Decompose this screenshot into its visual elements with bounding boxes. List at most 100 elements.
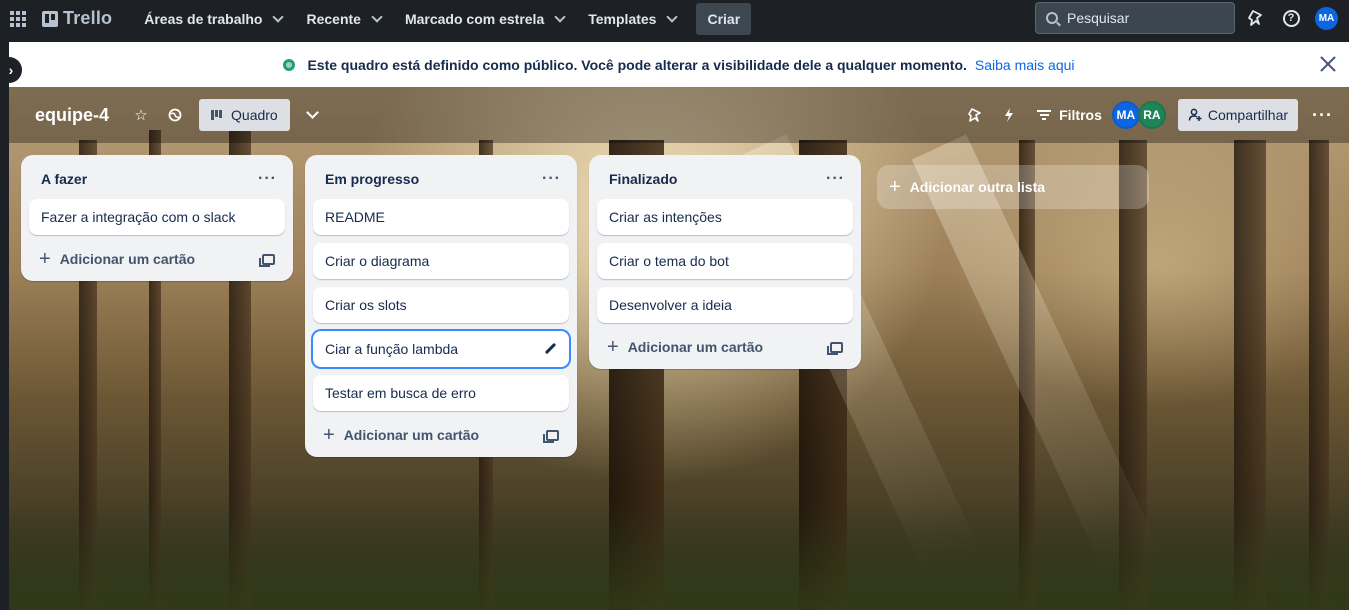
card[interactable]: Criar as intenções xyxy=(597,199,853,235)
board-canvas: equipe-4 ☆ Quadro Filtros MA RA Comparti… xyxy=(9,87,1349,610)
list-menu-button[interactable]: ··· xyxy=(826,170,845,188)
card[interactable]: Ciar a função lambda xyxy=(313,331,569,367)
member-avatar[interactable]: RA xyxy=(1137,101,1166,129)
card-title: Desenvolver a ideia xyxy=(609,297,732,313)
add-card-button[interactable]: + Adicionar um cartão xyxy=(29,243,285,275)
list-finalizado: Finalizado ··· Criar as intenções Criar … xyxy=(589,155,861,369)
card[interactable]: Fazer a integração com o slack xyxy=(29,199,285,235)
nav-item-label: Marcado com estrela xyxy=(404,10,545,27)
add-card-button[interactable]: + Adicionar um cartão xyxy=(597,331,853,363)
member-avatar[interactable]: MA xyxy=(1111,101,1140,129)
card-title: Testar em busca de erro xyxy=(325,385,476,401)
board-menu-button[interactable]: ··· xyxy=(1312,105,1333,126)
card[interactable]: Criar os slots xyxy=(313,287,569,323)
board-header: equipe-4 ☆ Quadro Filtros MA RA Comparti… xyxy=(9,87,1349,143)
nav-templates-button[interactable]: Templates xyxy=(578,3,686,35)
list-header: Finalizado ··· xyxy=(597,163,853,195)
add-card: + Adicionar um cartão xyxy=(323,425,479,445)
chevron-down-icon xyxy=(371,10,383,23)
board-title[interactable]: equipe-4 xyxy=(35,105,109,126)
globe-icon xyxy=(283,58,296,71)
filter-button[interactable]: Filtros xyxy=(1037,107,1102,123)
card[interactable]: Desenvolver a ideia xyxy=(597,287,853,323)
share-button[interactable]: Compartilhar xyxy=(1177,99,1299,131)
card-title: Ciar a função lambda xyxy=(325,341,459,357)
sidebar-collapsed xyxy=(0,37,9,610)
learn-more-link[interactable]: Saiba mais aqui xyxy=(975,57,1075,73)
star-icon[interactable]: ☆ xyxy=(127,101,155,129)
edit-pencil-icon[interactable] xyxy=(544,343,557,356)
chevron-down-icon xyxy=(554,10,566,23)
power-ups-icon[interactable] xyxy=(961,101,989,129)
add-card: + Adicionar um cartão xyxy=(607,337,763,357)
card[interactable]: README xyxy=(313,199,569,235)
app-switcher-icon[interactable] xyxy=(8,9,28,29)
board-view-icon xyxy=(211,110,224,120)
user-avatar[interactable]: MA xyxy=(1315,7,1338,30)
nav-recent-button[interactable]: Recente xyxy=(296,3,390,35)
add-card-label: Adicionar um cartão xyxy=(627,339,764,355)
create-from-template-icon[interactable] xyxy=(259,253,275,267)
filter-label: Filtros xyxy=(1059,107,1102,123)
nav-menu: Áreas de trabalho Recente Marcado com es… xyxy=(134,2,752,35)
list-title[interactable]: Em progresso xyxy=(325,171,419,187)
plus-icon: + xyxy=(39,248,51,270)
search-placeholder: Pesquisar xyxy=(1067,10,1130,26)
nav-item-label: Recente xyxy=(306,10,361,27)
logo-text: Trello xyxy=(63,8,113,28)
forest-floor xyxy=(9,500,1349,610)
list-title[interactable]: Finalizado xyxy=(609,171,677,187)
automation-icon[interactable] xyxy=(995,101,1023,129)
nav-starred-button[interactable]: Marcado com estrela xyxy=(395,3,574,35)
close-icon[interactable] xyxy=(1317,53,1339,75)
add-card-button[interactable]: + Adicionar um cartão xyxy=(313,419,569,451)
add-card-label: Adicionar um cartão xyxy=(59,251,196,267)
top-navigation: Trello Áreas de trabalho Recente Marcado… xyxy=(0,0,1349,37)
add-card: + Adicionar um cartão xyxy=(39,249,195,269)
search-input[interactable]: Pesquisar xyxy=(1035,2,1235,34)
add-list-button[interactable]: + Adicionar outra lista xyxy=(877,165,1149,209)
plus-icon: + xyxy=(323,424,335,446)
help-icon[interactable]: ? xyxy=(1280,7,1302,29)
search-icon xyxy=(1046,12,1058,24)
card-title: Criar os slots xyxy=(325,297,407,313)
list-header: A fazer ··· xyxy=(29,163,285,195)
nav-item-label: Áreas de trabalho xyxy=(144,10,263,27)
plus-icon: + xyxy=(607,336,619,358)
chevron-down-icon[interactable] xyxy=(305,106,319,119)
board-header-actions: Filtros MA RA Compartilhar ··· xyxy=(961,87,1349,143)
card-title: Criar o diagrama xyxy=(325,253,430,269)
filter-icon xyxy=(1037,110,1052,120)
add-person-icon xyxy=(1188,108,1202,121)
banner-message: Este quadro está definido como público. … xyxy=(307,56,967,73)
list-menu-button[interactable]: ··· xyxy=(542,170,561,188)
share-label: Compartilhar xyxy=(1207,107,1289,123)
nav-item-label: Templates xyxy=(588,10,657,27)
list-menu-button[interactable]: ··· xyxy=(258,170,277,188)
globe-icon[interactable] xyxy=(161,101,189,129)
board-view-button[interactable]: Quadro xyxy=(199,99,290,131)
create-from-template-icon[interactable] xyxy=(543,429,559,443)
list-title[interactable]: A fazer xyxy=(41,171,87,187)
chevron-down-icon xyxy=(666,10,679,23)
card-title: Fazer a integração com o slack xyxy=(41,209,236,225)
create-from-template-icon[interactable] xyxy=(827,341,843,355)
card[interactable]: Criar o tema do bot xyxy=(597,243,853,279)
nav-workspaces-button[interactable]: Áreas de trabalho xyxy=(134,3,292,35)
list-a-fazer: A fazer ··· Fazer a integração com o sla… xyxy=(21,155,293,281)
trello-logo[interactable]: Trello xyxy=(42,8,112,29)
board-view-label: Quadro xyxy=(231,107,278,123)
create-button[interactable]: Criar xyxy=(696,2,752,35)
trello-logo-icon xyxy=(42,10,58,27)
visibility-banner: Este quadro está definido como público. … xyxy=(9,42,1349,87)
card[interactable]: Criar o diagrama xyxy=(313,243,569,279)
add-card-label: Adicionar um cartão xyxy=(343,427,480,443)
list-em-progresso: Em progresso ··· README Criar o diagrama… xyxy=(305,155,577,457)
card-title: Criar o tema do bot xyxy=(609,253,729,269)
card[interactable]: Testar em busca de erro xyxy=(313,375,569,411)
chevron-down-icon xyxy=(272,10,285,23)
card-title: README xyxy=(325,209,385,225)
card-title: Criar as intenções xyxy=(609,209,722,225)
notifications-icon[interactable] xyxy=(1245,7,1267,29)
list-header: Em progresso ··· xyxy=(313,163,569,195)
